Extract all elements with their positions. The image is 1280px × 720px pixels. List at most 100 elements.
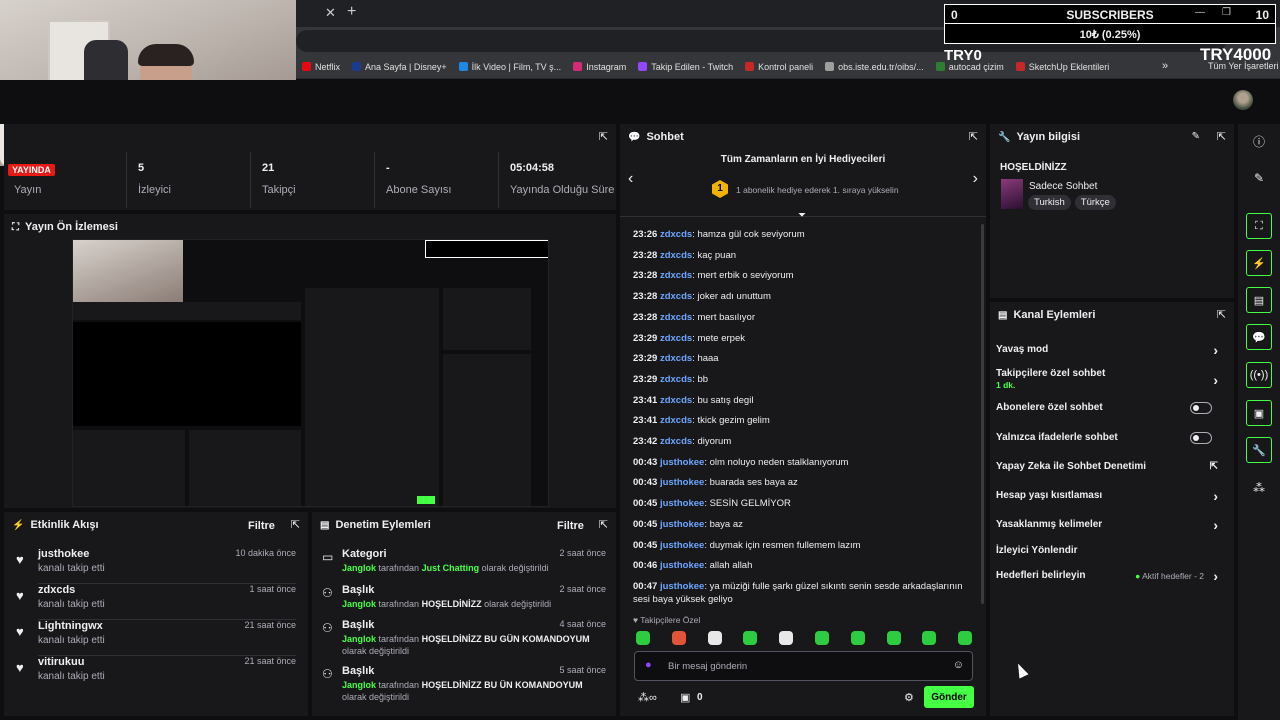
info-icon[interactable]: ⓘ — [1250, 132, 1268, 150]
chat-username[interactable]: zdxcds — [660, 312, 692, 323]
pen-icon[interactable]: ✎ — [1250, 169, 1268, 187]
popout-icon[interactable]: ⇱ — [291, 518, 300, 531]
chat-message[interactable]: 00:43 justhokee: olm noluyo neden stalkl… — [633, 456, 973, 469]
chat-message[interactable]: 00:45 justhokee: SESİN GELMİYOR — [633, 497, 973, 510]
ai-moderation-row[interactable]: Yapay Zeka ile Sohbet Denetimi ⇱ — [996, 461, 1226, 481]
banned-words-row[interactable]: Yasaklanmış kelimeler › — [996, 517, 1226, 539]
chat-bubble-icon[interactable]: 💬 — [1246, 324, 1272, 350]
emote-icon[interactable] — [671, 631, 686, 645]
chat-message[interactable]: 23:28 zdxcds: mert erbik o seviyorum — [633, 269, 973, 282]
close-tab-icon[interactable]: ✕ — [325, 5, 336, 21]
emote-icon[interactable] — [743, 631, 758, 645]
settings-icon[interactable]: ⚙ — [904, 691, 914, 704]
new-tab-icon[interactable]: + — [347, 3, 356, 21]
emote-icon[interactable] — [707, 631, 722, 645]
popout-icon[interactable]: ⇱ — [599, 130, 608, 143]
activity-item[interactable]: ♥ zdxcds kanalı takip etti 1 saat önce — [4, 582, 304, 620]
activity-item[interactable]: ♥ justhokee kanalı takip etti 10 dakika önc… — [4, 546, 304, 584]
chat-message[interactable]: 00:46 justhokee: allah allah — [633, 559, 973, 572]
chat-username[interactable]: zdxcds — [660, 395, 692, 406]
bookmark-item[interactable]: obs.iste.edu.tr/oibs/... — [825, 62, 924, 72]
popout-icon[interactable]: ⇱ — [969, 130, 978, 143]
bookmark-item[interactable]: SketchUp Eklentileri — [1015, 62, 1109, 72]
chat-username[interactable]: zdxcds — [660, 229, 692, 240]
chat-username[interactable]: justhokee — [660, 519, 704, 530]
chat-message[interactable]: 23:29 zdxcds: mete erpek — [633, 332, 973, 345]
moderation-filter[interactable]: Filtre — [557, 520, 584, 532]
bookmark-item[interactable]: Ana Sayfa | Disney+ — [352, 62, 447, 72]
broadcast-icon[interactable]: ((•)) — [1246, 362, 1272, 388]
points-icon[interactable]: ⁂∞ — [638, 691, 657, 704]
subscribers-chat-toggle[interactable] — [1190, 402, 1212, 414]
activity-item[interactable]: ♥ vitirukuu kanalı takip etti 21 saat önce — [4, 654, 304, 690]
moderation-icon[interactable]: ▣ — [1246, 400, 1272, 426]
bookmark-item[interactable]: Kontrol paneli — [745, 62, 813, 72]
emote-icon[interactable] — [922, 631, 937, 645]
emote-icon[interactable] — [886, 631, 901, 645]
emote-icon[interactable] — [958, 631, 973, 645]
chat-username[interactable]: zdxcds — [660, 374, 692, 385]
moderator-name[interactable]: Janglok — [342, 599, 376, 609]
activity-item[interactable]: ♥ Lightningwx kanalı takip etti 21 saat önc… — [4, 618, 304, 656]
slow-mode-row[interactable]: Yavaş mod › — [996, 342, 1226, 364]
user-avatar[interactable] — [1233, 90, 1253, 110]
emote-icon[interactable] — [850, 631, 865, 645]
bolt-icon[interactable]: ⚡ — [1246, 250, 1272, 276]
bookmarks-more-icon[interactable]: » — [1162, 60, 1168, 72]
chat-message[interactable]: 23:41 zdxcds: tkick gezim gelim — [633, 414, 973, 427]
activity-filter[interactable]: Filtre — [248, 520, 275, 532]
moderator-name[interactable]: Janglok — [342, 634, 376, 644]
chat-message[interactable]: 23:29 zdxcds: haaa — [633, 352, 973, 365]
chat-username[interactable]: zdxcds — [660, 291, 692, 302]
stream-tag[interactable]: Türkçe — [1074, 195, 1116, 210]
goals-row[interactable]: Hedefleri belirleyin ● Aktif hedefler - … — [996, 568, 1226, 590]
chat-username[interactable]: justhokee — [660, 540, 704, 551]
chat-username[interactable]: zdxcds — [660, 250, 692, 261]
chat-message[interactable]: 00:45 justhokee: baya az — [633, 518, 973, 531]
chat-message[interactable]: 00:47 justhokee: ya müziği fulle şarkı g… — [633, 580, 973, 606]
chat-message[interactable]: 23:29 zdxcds: bb — [633, 373, 973, 386]
chat-message[interactable]: 23:28 zdxcds: mert basılıyor — [633, 311, 973, 324]
collapse-icon[interactable]: ⏷ — [798, 210, 806, 221]
send-button[interactable]: Gönder — [924, 686, 974, 708]
chat-username[interactable]: zdxcds — [660, 353, 692, 364]
bookmark-item[interactable]: Netflix — [302, 62, 340, 72]
chat-message[interactable]: 00:43 justhokee: buarada ses baya az — [633, 476, 973, 489]
popout-icon[interactable]: ⇱ — [599, 518, 608, 531]
chat-username[interactable]: justhokee — [660, 581, 704, 592]
chat-username[interactable]: zdxcds — [660, 415, 692, 426]
chat-message[interactable]: 23:28 zdxcds: kaç puan — [633, 249, 973, 262]
raid-row[interactable]: İzleyici Yönlendir — [996, 545, 1226, 565]
emote-chat-toggle[interactable] — [1190, 432, 1212, 444]
chat-username[interactable]: justhokee — [660, 477, 704, 488]
stream-tag[interactable]: Turkish — [1028, 195, 1071, 210]
chat-message[interactable]: 00:45 justhokee: duymak için resmen full… — [633, 539, 973, 552]
gifters-next-icon[interactable]: › — [973, 170, 978, 188]
moderator-name[interactable]: Janglok — [342, 563, 376, 573]
chat-username[interactable]: justhokee — [660, 457, 704, 468]
gifters-prev-icon[interactable]: ‹ — [628, 170, 633, 188]
chat-username[interactable]: justhokee — [660, 498, 704, 509]
popout-icon[interactable]: ⇱ — [1217, 308, 1226, 321]
chat-username[interactable]: zdxcds — [660, 270, 692, 281]
chat-username[interactable]: zdxcds — [660, 436, 692, 447]
gift-icon[interactable]: ▣ — [680, 691, 690, 704]
community-icon[interactable]: ⁂ — [1250, 479, 1268, 497]
chat-message[interactable]: 23:41 zdxcds: bu satış degil — [633, 394, 973, 407]
category-name[interactable]: Sadece Sohbet — [1029, 181, 1097, 192]
document-icon[interactable]: ▤ — [1246, 287, 1272, 313]
chat-username[interactable]: justhokee — [660, 560, 704, 571]
emoji-icon[interactable]: ☺ — [953, 659, 964, 671]
emote-icon[interactable] — [815, 631, 829, 645]
chat-message[interactable]: 23:28 zdxcds: joker adı unuttum — [633, 290, 973, 303]
chat-input[interactable]: ● Bir mesaj gönderin ☺ — [634, 651, 973, 681]
age-restriction-row[interactable]: Hesap yaşı kısıtlaması › — [996, 488, 1226, 510]
emote-icon[interactable] — [636, 631, 650, 645]
chat-message[interactable]: 23:42 zdxcds: diyorum — [633, 435, 973, 448]
fullscreen-icon[interactable]: ⛶ — [1246, 213, 1272, 239]
bookmark-item[interactable]: Instagram — [573, 62, 626, 72]
chat-message[interactable]: 23:26 zdxcds: hamza gül cok seviyorum — [633, 228, 973, 241]
followers-chat-row[interactable]: Takipçilere özel sohbet › 1 dk. — [996, 368, 1226, 398]
chat-username[interactable]: zdxcds — [660, 333, 692, 344]
emote-icon[interactable] — [779, 631, 794, 645]
